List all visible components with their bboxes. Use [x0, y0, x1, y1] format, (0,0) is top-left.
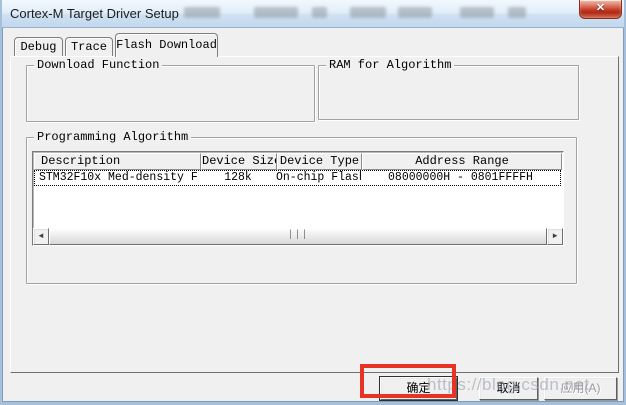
ram-for-algorithm-group: RAM for Algorithm [318, 58, 579, 120]
download-function-group: Download Function [26, 58, 315, 122]
download-function-group-label: Download Function [34, 58, 163, 72]
cell-address-range: 08000000H - 0801FFFFH [388, 171, 533, 184]
tab-debug[interactable]: Debug [14, 37, 63, 57]
column-header-device-size[interactable]: Device Size [201, 153, 277, 170]
redacted-text-blob [508, 7, 526, 18]
horizontal-scrollbar[interactable]: ◄ ||| ► [33, 228, 563, 245]
target-driver-setup-dialog: Cortex-M Target Driver Setup ✕ Debug Tra… [0, 0, 626, 405]
column-header-device-type[interactable]: Device Type [277, 153, 362, 170]
apply-button[interactable]: 应用(A) [544, 377, 617, 400]
cell-device-size: 128k [224, 171, 252, 184]
tab-flash-download[interactable]: Flash Download [115, 33, 218, 57]
tab-debug-label: Debug [20, 40, 57, 54]
cell-device-type: On-chip Flash [276, 171, 361, 184]
close-button[interactable]: ✕ [579, 0, 622, 19]
redacted-text-blob [312, 7, 327, 18]
apply-button-label: 应用(A) [560, 381, 601, 395]
table-row[interactable]: STM32F10x Med-density F... 128k On-chip … [34, 170, 561, 186]
cell-description: STM32F10x Med-density F... [39, 171, 200, 184]
title-bar[interactable]: Cortex-M Target Driver Setup ✕ [2, 0, 624, 28]
ram-for-algorithm-group-label: RAM for Algorithm [326, 58, 455, 72]
tab-flash-download-label: Flash Download [116, 38, 217, 52]
scroll-left-arrow-icon: ◄ [38, 232, 44, 241]
tab-trace[interactable]: Trace [65, 37, 113, 57]
scroll-right-button[interactable]: ► [547, 228, 563, 245]
tab-trace-label: Trace [70, 40, 107, 54]
close-icon: ✕ [595, 2, 606, 14]
scrollbar-grip-icon: ||| [287, 230, 309, 241]
column-header-description[interactable]: Description [34, 153, 201, 170]
redacted-text-blob [460, 7, 494, 18]
cancel-button[interactable]: 取消 [479, 377, 538, 400]
ok-button[interactable]: 确定 [379, 376, 458, 401]
scroll-right-arrow-icon: ► [552, 232, 558, 241]
algorithm-table-header: Description Device Size Device Type Addr… [34, 153, 562, 170]
scroll-left-button[interactable]: ◄ [33, 228, 49, 245]
redacted-text-blob [184, 7, 220, 18]
window-title: Cortex-M Target Driver Setup [10, 6, 179, 21]
column-header-address-range[interactable]: Address Range [362, 153, 562, 170]
programming-algorithm-group-label: Programming Algorithm [34, 130, 192, 144]
ok-button-label: 确定 [406, 381, 431, 395]
redacted-text-blob [254, 7, 298, 18]
cancel-button-label: 取消 [496, 381, 521, 395]
scrollbar-thumb[interactable]: ||| [49, 228, 547, 245]
redacted-text-blob [398, 7, 432, 18]
redacted-text-blob [350, 7, 386, 18]
